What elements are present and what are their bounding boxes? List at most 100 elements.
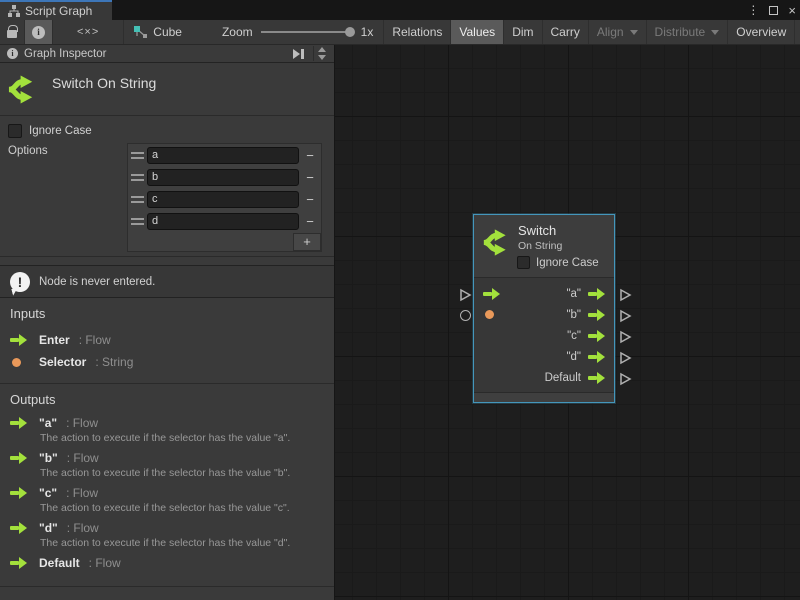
port-description: The action to execute if the selector ha… xyxy=(40,537,324,549)
flow-arrow-icon xyxy=(10,557,27,569)
flow-arrow-icon[interactable] xyxy=(588,372,605,384)
output-external-port-c[interactable] xyxy=(619,330,632,344)
add-option-button[interactable]: + xyxy=(293,233,321,251)
node-port-label: "c" xyxy=(567,330,581,342)
inputs-section: Inputs Enter : Flow Selector : String xyxy=(0,298,334,384)
remove-option-button[interactable]: − xyxy=(299,214,321,229)
node-port-row: Default xyxy=(474,367,614,388)
close-icon[interactable]: × xyxy=(788,4,796,17)
flow-arrow-icon xyxy=(10,417,27,429)
zoom-value: 1x xyxy=(361,25,374,39)
hierarchy-icon xyxy=(8,5,20,17)
outputs-header: Outputs xyxy=(10,392,324,407)
chevron-down-icon xyxy=(711,30,719,35)
node-header[interactable]: Switch On String Ignore Case xyxy=(474,215,614,278)
relations-label: Relations xyxy=(392,25,442,39)
overview-button[interactable]: Overview xyxy=(728,20,795,44)
flow-arrow-icon[interactable] xyxy=(588,309,605,321)
option-input[interactable] xyxy=(147,213,299,230)
options-list: − − − xyxy=(127,143,322,252)
remove-option-button[interactable]: − xyxy=(299,148,321,163)
graph-window: Script Graph ⋮ × i <×> Cube Zoom 1x Rela… xyxy=(0,0,800,600)
outputs-section: Outputs "a" : Flow The action to execute… xyxy=(0,384,334,587)
port-type: : Flow xyxy=(89,556,121,570)
port-name: "a" xyxy=(39,416,57,430)
spinner-up-icon xyxy=(318,47,326,52)
align-dropdown[interactable]: Align xyxy=(589,20,647,44)
option-input[interactable] xyxy=(147,147,299,164)
ignore-case-checkbox[interactable] xyxy=(8,124,22,138)
dock-panel-icon[interactable] xyxy=(290,47,307,61)
tab-script-graph[interactable]: Script Graph xyxy=(0,0,112,20)
drag-handle-icon[interactable] xyxy=(128,218,147,225)
node-ports: "a" "b" "c" "d" xyxy=(474,278,614,388)
selector-port-dot-icon[interactable] xyxy=(485,310,494,319)
distribute-dropdown[interactable]: Distribute xyxy=(647,20,729,44)
drag-handle-icon[interactable] xyxy=(128,196,147,203)
switch-on-string-node[interactable]: Switch On String Ignore Case "a" xyxy=(473,214,615,403)
node-ignore-case-row: Ignore Case xyxy=(517,256,599,269)
option-item: − xyxy=(128,166,321,188)
align-label: Align xyxy=(597,25,624,39)
remove-option-button[interactable]: − xyxy=(299,170,321,185)
flow-arrow-icon[interactable] xyxy=(588,351,605,363)
drag-handle-icon[interactable] xyxy=(128,152,147,159)
option-input[interactable] xyxy=(147,191,299,208)
input-port-row: Enter : Flow xyxy=(10,329,324,351)
warning-text: Node is never entered. xyxy=(39,276,155,288)
string-port-icon xyxy=(12,358,21,367)
window-controls: ⋮ × xyxy=(747,0,796,20)
zoom-control: Zoom 1x xyxy=(192,20,384,44)
graph-nest-icon xyxy=(134,26,148,39)
node-port-row: "b" xyxy=(474,304,614,325)
enter-external-port[interactable] xyxy=(459,288,472,302)
remove-option-button[interactable]: − xyxy=(299,192,321,207)
port-type: : Flow xyxy=(66,416,98,430)
lock-button[interactable] xyxy=(0,20,25,44)
node-ignore-case-label: Ignore Case xyxy=(536,257,599,269)
flow-arrow-icon[interactable] xyxy=(588,288,605,300)
breadcrumb[interactable]: Cube xyxy=(124,20,192,44)
output-external-port-d[interactable] xyxy=(619,351,632,365)
node-footer xyxy=(474,392,614,402)
code-preview-button[interactable]: <×> xyxy=(53,20,124,44)
option-item: − xyxy=(128,188,321,210)
fullscreen-button[interactable]: Full Screen xyxy=(795,20,800,44)
maximize-icon[interactable] xyxy=(769,6,778,15)
zoom-slider-handle[interactable] xyxy=(345,27,355,37)
port-description: The action to execute if the selector ha… xyxy=(40,502,324,514)
chevron-down-icon xyxy=(630,30,638,35)
panel-spinner[interactable] xyxy=(313,46,330,61)
flow-arrow-icon[interactable] xyxy=(588,330,605,342)
output-port-row: "a" : Flow The action to execute if the … xyxy=(10,415,324,444)
input-port-row: Selector : String xyxy=(10,351,324,373)
output-external-port-default[interactable] xyxy=(619,372,632,386)
drag-handle-icon[interactable] xyxy=(128,174,147,181)
output-external-port-b[interactable] xyxy=(619,309,632,323)
code-icon: <×> xyxy=(77,26,99,38)
port-description: The action to execute if the selector ha… xyxy=(40,467,324,479)
inspector-toggle-button[interactable]: i xyxy=(25,20,53,44)
window-menu-icon[interactable]: ⋮ xyxy=(747,4,759,16)
distribute-label: Distribute xyxy=(655,25,706,39)
output-port-row: "c" : Flow The action to execute if the … xyxy=(10,485,324,514)
values-button[interactable]: Values xyxy=(451,20,504,44)
output-port-row: "b" : Flow The action to execute if the … xyxy=(10,450,324,479)
carry-button[interactable]: Carry xyxy=(543,20,589,44)
carry-label: Carry xyxy=(551,25,580,39)
port-name: "b" xyxy=(39,451,58,465)
option-input[interactable] xyxy=(147,169,299,186)
zoom-slider[interactable] xyxy=(261,31,353,33)
enter-port-arrow-icon[interactable] xyxy=(483,288,500,300)
node-port-row: "c" xyxy=(474,325,614,346)
graph-canvas[interactable]: Switch On String Ignore Case "a" xyxy=(335,45,800,600)
breadcrumb-label: Cube xyxy=(153,25,182,39)
tab-label: Script Graph xyxy=(25,4,92,18)
flow-arrow-icon xyxy=(10,452,27,464)
dim-button[interactable]: Dim xyxy=(504,20,542,44)
node-titles: Switch On String xyxy=(518,223,562,252)
relations-button[interactable]: Relations xyxy=(384,20,451,44)
output-external-port-a[interactable] xyxy=(619,288,632,302)
selector-external-port[interactable] xyxy=(460,310,471,321)
node-ignore-case-checkbox[interactable] xyxy=(517,256,530,269)
